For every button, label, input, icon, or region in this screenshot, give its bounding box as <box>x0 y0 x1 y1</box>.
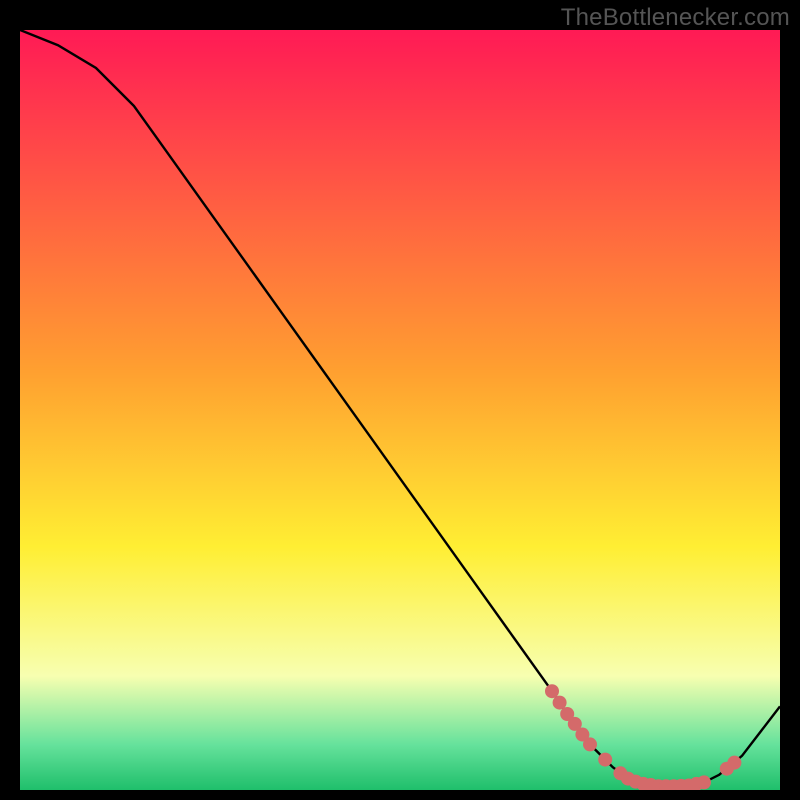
data-marker <box>598 753 612 767</box>
watermark-label: TheBottlenecker.com <box>561 4 790 32</box>
data-marker <box>583 737 597 751</box>
data-marker <box>697 775 711 789</box>
data-marker <box>727 756 741 770</box>
data-marker <box>553 696 567 710</box>
bottleneck-plot <box>20 30 780 790</box>
gradient-background <box>20 30 780 790</box>
plot-svg <box>20 30 780 790</box>
data-marker <box>545 684 559 698</box>
chart-stage: TheBottlenecker.com <box>0 0 800 800</box>
